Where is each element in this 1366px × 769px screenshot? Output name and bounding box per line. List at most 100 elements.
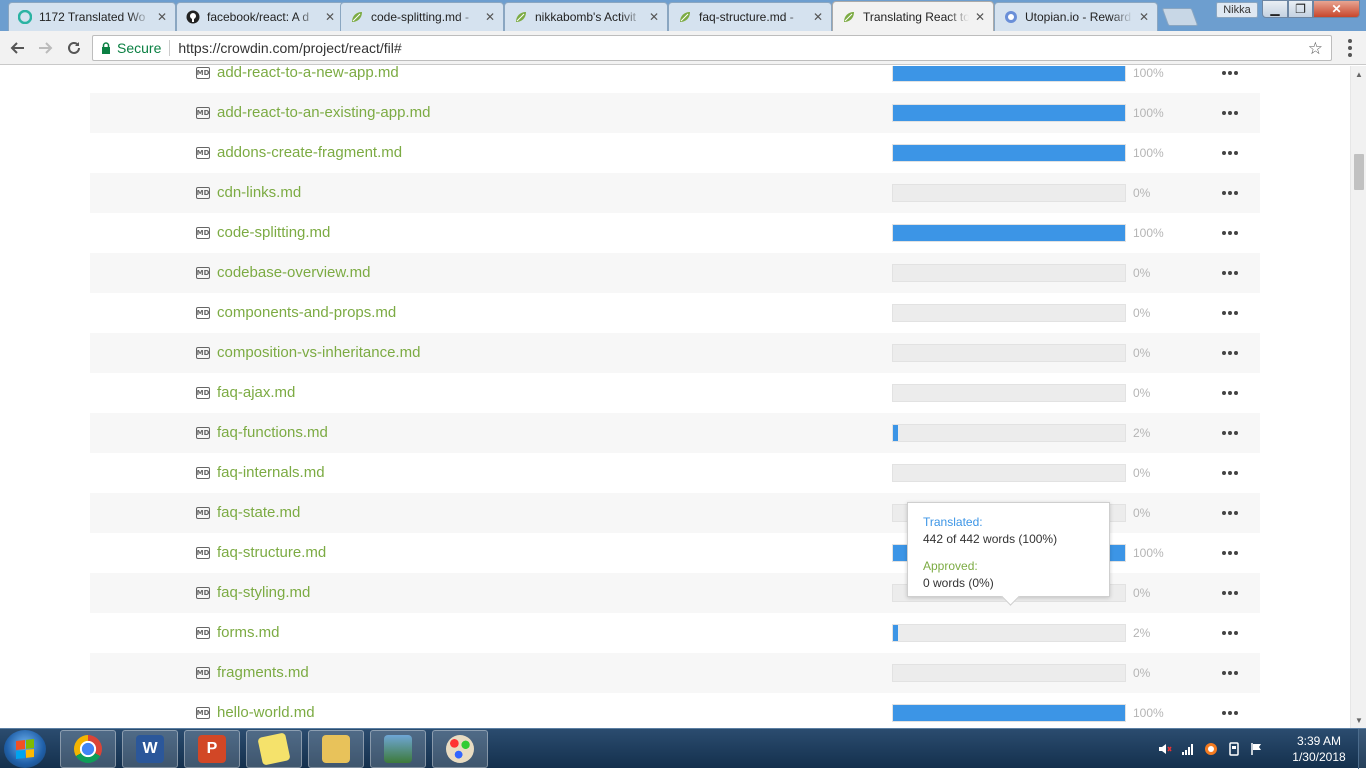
browser-tab[interactable]: 1172 Translated Wo ✕ (8, 2, 176, 31)
more-options-button[interactable] (1218, 263, 1242, 283)
back-button[interactable] (6, 36, 30, 60)
tab-close-icon[interactable]: ✕ (811, 10, 825, 24)
tab-close-icon[interactable]: ✕ (1137, 10, 1151, 24)
forward-button[interactable] (33, 36, 57, 60)
tab-close-icon[interactable]: ✕ (483, 10, 497, 24)
file-link[interactable]: faq-internals.md (217, 464, 325, 481)
window-close-button[interactable]: ✕ (1313, 0, 1360, 18)
window-minimize-button[interactable]: ▁ (1262, 0, 1288, 18)
browser-tab[interactable]: facebook/react: A d ✕ (176, 2, 344, 31)
more-options-button[interactable] (1218, 583, 1242, 603)
progress-bar[interactable] (892, 384, 1126, 402)
file-row: MD faq-ajax.md 0% (90, 373, 1260, 413)
volume-muted-icon[interactable] (1158, 742, 1172, 756)
progress-percent: 100% (1133, 706, 1164, 720)
more-options-button[interactable] (1218, 103, 1242, 123)
tab-close-icon[interactable]: ✕ (323, 10, 337, 24)
more-options-button[interactable] (1218, 143, 1242, 163)
reload-button[interactable] (62, 36, 86, 60)
window-maximize-button[interactable]: ❐ (1288, 0, 1313, 18)
file-link[interactable]: faq-ajax.md (217, 384, 295, 401)
bookmark-star-icon[interactable]: ☆ (1308, 39, 1323, 59)
browser-tab[interactable]: Utopian.io - Reward ✕ (994, 2, 1158, 31)
network-signal-icon[interactable] (1181, 742, 1195, 756)
scroll-up-arrow-icon[interactable]: ▲ (1351, 66, 1366, 82)
file-link[interactable]: fragments.md (217, 664, 309, 681)
progress-bar[interactable] (892, 184, 1126, 202)
scrollbar-thumb[interactable] (1354, 154, 1364, 190)
file-link[interactable]: faq-styling.md (217, 584, 310, 601)
more-options-button[interactable] (1218, 543, 1242, 563)
file-link[interactable]: code-splitting.md (217, 224, 330, 241)
more-options-button[interactable] (1218, 383, 1242, 403)
taskbar-app-button[interactable] (432, 730, 488, 768)
more-options-button[interactable] (1218, 703, 1242, 723)
address-bar[interactable]: Secure https://crowdin.com/project/react… (92, 35, 1332, 61)
progress-bar[interactable] (892, 464, 1126, 482)
vertical-scrollbar[interactable]: ▲ ▼ (1350, 66, 1366, 728)
more-options-button[interactable] (1218, 423, 1242, 443)
progress-bar[interactable] (892, 224, 1126, 242)
file-link[interactable]: faq-structure.md (217, 544, 326, 561)
file-explorer-icon (322, 735, 350, 763)
progress-bar[interactable] (892, 264, 1126, 282)
file-link[interactable]: hello-world.md (217, 704, 315, 721)
more-options-button[interactable] (1218, 343, 1242, 363)
file-link[interactable]: forms.md (217, 624, 280, 641)
file-link[interactable]: addons-create-fragment.md (217, 144, 402, 161)
progress-bar[interactable] (892, 344, 1126, 362)
file-link[interactable]: faq-functions.md (217, 424, 328, 441)
browser-tab[interactable]: faq-structure.md - ✕ (668, 2, 832, 31)
url-text[interactable]: https://crowdin.com/project/react/fil# (178, 40, 401, 56)
progress-bar[interactable] (892, 704, 1126, 722)
show-desktop-button[interactable] (1358, 729, 1366, 769)
browser-tab[interactable]: code-splitting.md - ✕ (340, 2, 504, 31)
more-options-button[interactable] (1218, 303, 1242, 323)
tab-close-icon[interactable]: ✕ (155, 10, 169, 24)
device-icon[interactable] (1227, 742, 1241, 756)
more-options-button[interactable] (1218, 663, 1242, 683)
taskbar-app-button[interactable]: P (184, 730, 240, 768)
file-link[interactable]: components-and-props.md (217, 304, 396, 321)
taskbar-app-button[interactable]: W (122, 730, 178, 768)
profile-button[interactable]: Nikka (1216, 2, 1258, 18)
browser-menu-button[interactable] (1340, 37, 1360, 59)
more-options-button[interactable] (1218, 503, 1242, 523)
progress-bar[interactable] (892, 104, 1126, 122)
browser-tab[interactable]: nikkabomb's Activit ✕ (504, 2, 668, 31)
file-link[interactable]: faq-state.md (217, 504, 300, 521)
taskbar-app-button[interactable] (246, 730, 302, 768)
more-options-button[interactable] (1218, 183, 1242, 203)
tab-close-icon[interactable]: ✕ (973, 10, 987, 24)
progress-bar[interactable] (892, 664, 1126, 682)
more-options-button[interactable] (1218, 623, 1242, 643)
progress-bar[interactable] (892, 424, 1126, 442)
more-options-button[interactable] (1218, 223, 1242, 243)
taskbar-app-button[interactable] (308, 730, 364, 768)
taskbar-app-button[interactable] (60, 730, 116, 768)
file-link[interactable]: codebase-overview.md (217, 264, 370, 281)
avast-icon[interactable] (1204, 742, 1218, 756)
file-link[interactable]: add-react-to-an-existing-app.md (217, 104, 430, 121)
taskbar-app-button[interactable] (370, 730, 426, 768)
more-options-button[interactable] (1218, 66, 1242, 83)
start-button[interactable] (4, 730, 46, 768)
file-link[interactable]: cdn-links.md (217, 184, 301, 201)
tab-close-icon[interactable]: ✕ (647, 10, 661, 24)
file-link[interactable]: add-react-to-a-new-app.md (217, 66, 399, 81)
menu-dot-icon (1348, 53, 1352, 57)
scroll-down-arrow-icon[interactable]: ▼ (1351, 712, 1366, 728)
progress-bar[interactable] (892, 624, 1126, 642)
ellipsis-dot-icon (1222, 551, 1226, 555)
more-options-button[interactable] (1218, 463, 1242, 483)
new-tab-button[interactable] (1161, 8, 1199, 26)
system-clock[interactable]: 3:39 AM 1/30/2018 (1285, 733, 1353, 765)
omnibox-separator (169, 40, 171, 56)
markdown-file-icon: MD (196, 347, 210, 359)
action-center-flag-icon[interactable] (1250, 742, 1264, 756)
progress-bar[interactable] (892, 304, 1126, 322)
file-link[interactable]: composition-vs-inheritance.md (217, 344, 420, 361)
progress-bar[interactable] (892, 144, 1126, 162)
browser-tab[interactable]: Translating React to ✕ (832, 1, 994, 31)
progress-bar[interactable] (892, 66, 1126, 82)
